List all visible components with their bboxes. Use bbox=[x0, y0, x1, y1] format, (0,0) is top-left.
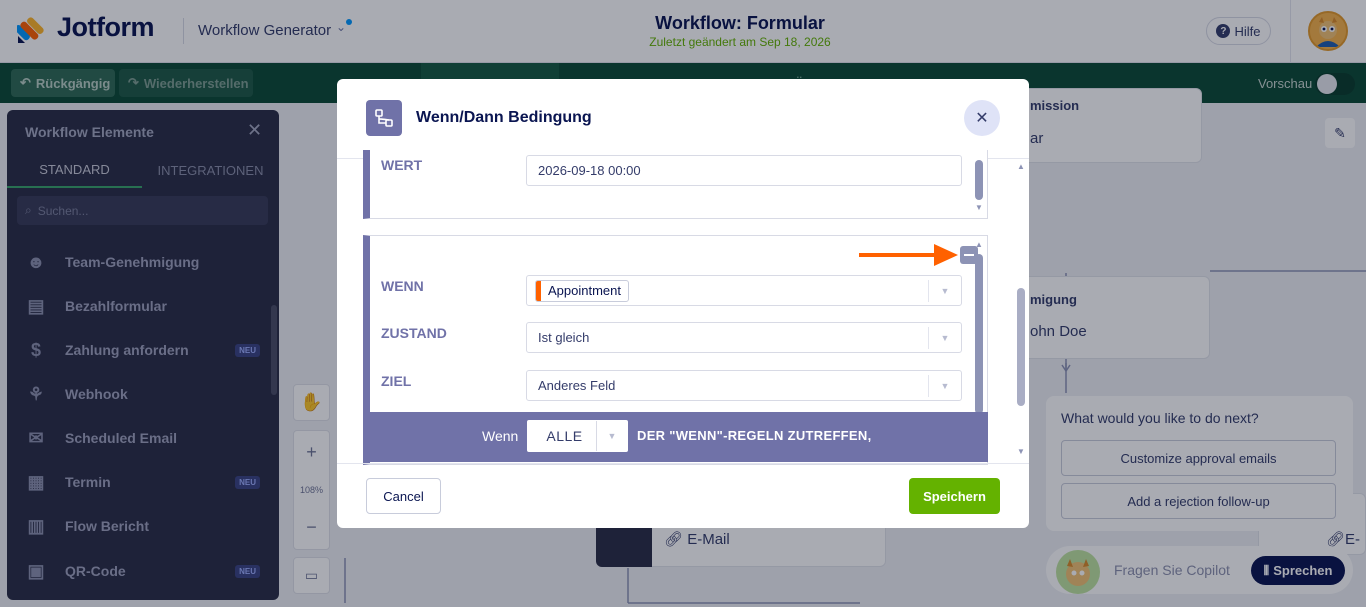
condition-icon bbox=[366, 100, 402, 136]
ziel-value: Anderes Feld bbox=[538, 378, 616, 393]
orange-arrow-icon bbox=[859, 244, 958, 266]
zustand-label: ZUSTAND bbox=[381, 325, 447, 341]
chevron-down-icon[interactable]: ▼ bbox=[928, 375, 961, 397]
modal-footer-divider bbox=[337, 463, 1029, 464]
wenn-label: WENN bbox=[381, 278, 424, 294]
wenn-select[interactable]: Appointment ▼ bbox=[526, 275, 962, 306]
save-button[interactable]: Speichern bbox=[909, 478, 1000, 514]
field-tag: Appointment bbox=[535, 279, 629, 302]
wert-label: WERT bbox=[381, 157, 423, 173]
remove-condition-icon[interactable] bbox=[960, 246, 978, 264]
field-tag-label: Appointment bbox=[548, 283, 621, 298]
zustand-select[interactable]: Ist gleich ▼ bbox=[526, 322, 962, 353]
rule-prefix: Wenn bbox=[482, 428, 519, 444]
scroll-down-icon[interactable]: ▼ bbox=[975, 203, 983, 212]
close-icon[interactable]: ✕ bbox=[964, 100, 1000, 136]
ziel-select[interactable]: Anderes Feld ▼ bbox=[526, 370, 962, 401]
chevron-down-icon[interactable]: ▼ bbox=[596, 421, 627, 451]
cancel-button[interactable]: Cancel bbox=[366, 478, 441, 514]
rule-suffix: DER "WENN"-REGELN ZUTREFFEN, bbox=[637, 428, 872, 443]
scroll-up-icon[interactable]: ▲ bbox=[1017, 162, 1025, 171]
modal-title: Wenn/Dann Bedingung bbox=[416, 109, 592, 126]
card-scrollbar[interactable] bbox=[975, 254, 983, 414]
card-scrollbar[interactable] bbox=[975, 160, 983, 200]
modal-scrollbar[interactable] bbox=[1017, 288, 1025, 406]
rule-match-value: ALLE bbox=[546, 428, 583, 444]
zustand-value: Ist gleich bbox=[538, 330, 590, 345]
chevron-down-icon[interactable]: ▼ bbox=[928, 280, 961, 302]
ziel-label: ZIEL bbox=[381, 373, 412, 389]
scroll-down-icon[interactable]: ▼ bbox=[1017, 447, 1025, 456]
wert-input[interactable]: 2026-09-18 00:00 bbox=[526, 155, 962, 186]
chevron-down-icon[interactable]: ▼ bbox=[928, 327, 961, 349]
